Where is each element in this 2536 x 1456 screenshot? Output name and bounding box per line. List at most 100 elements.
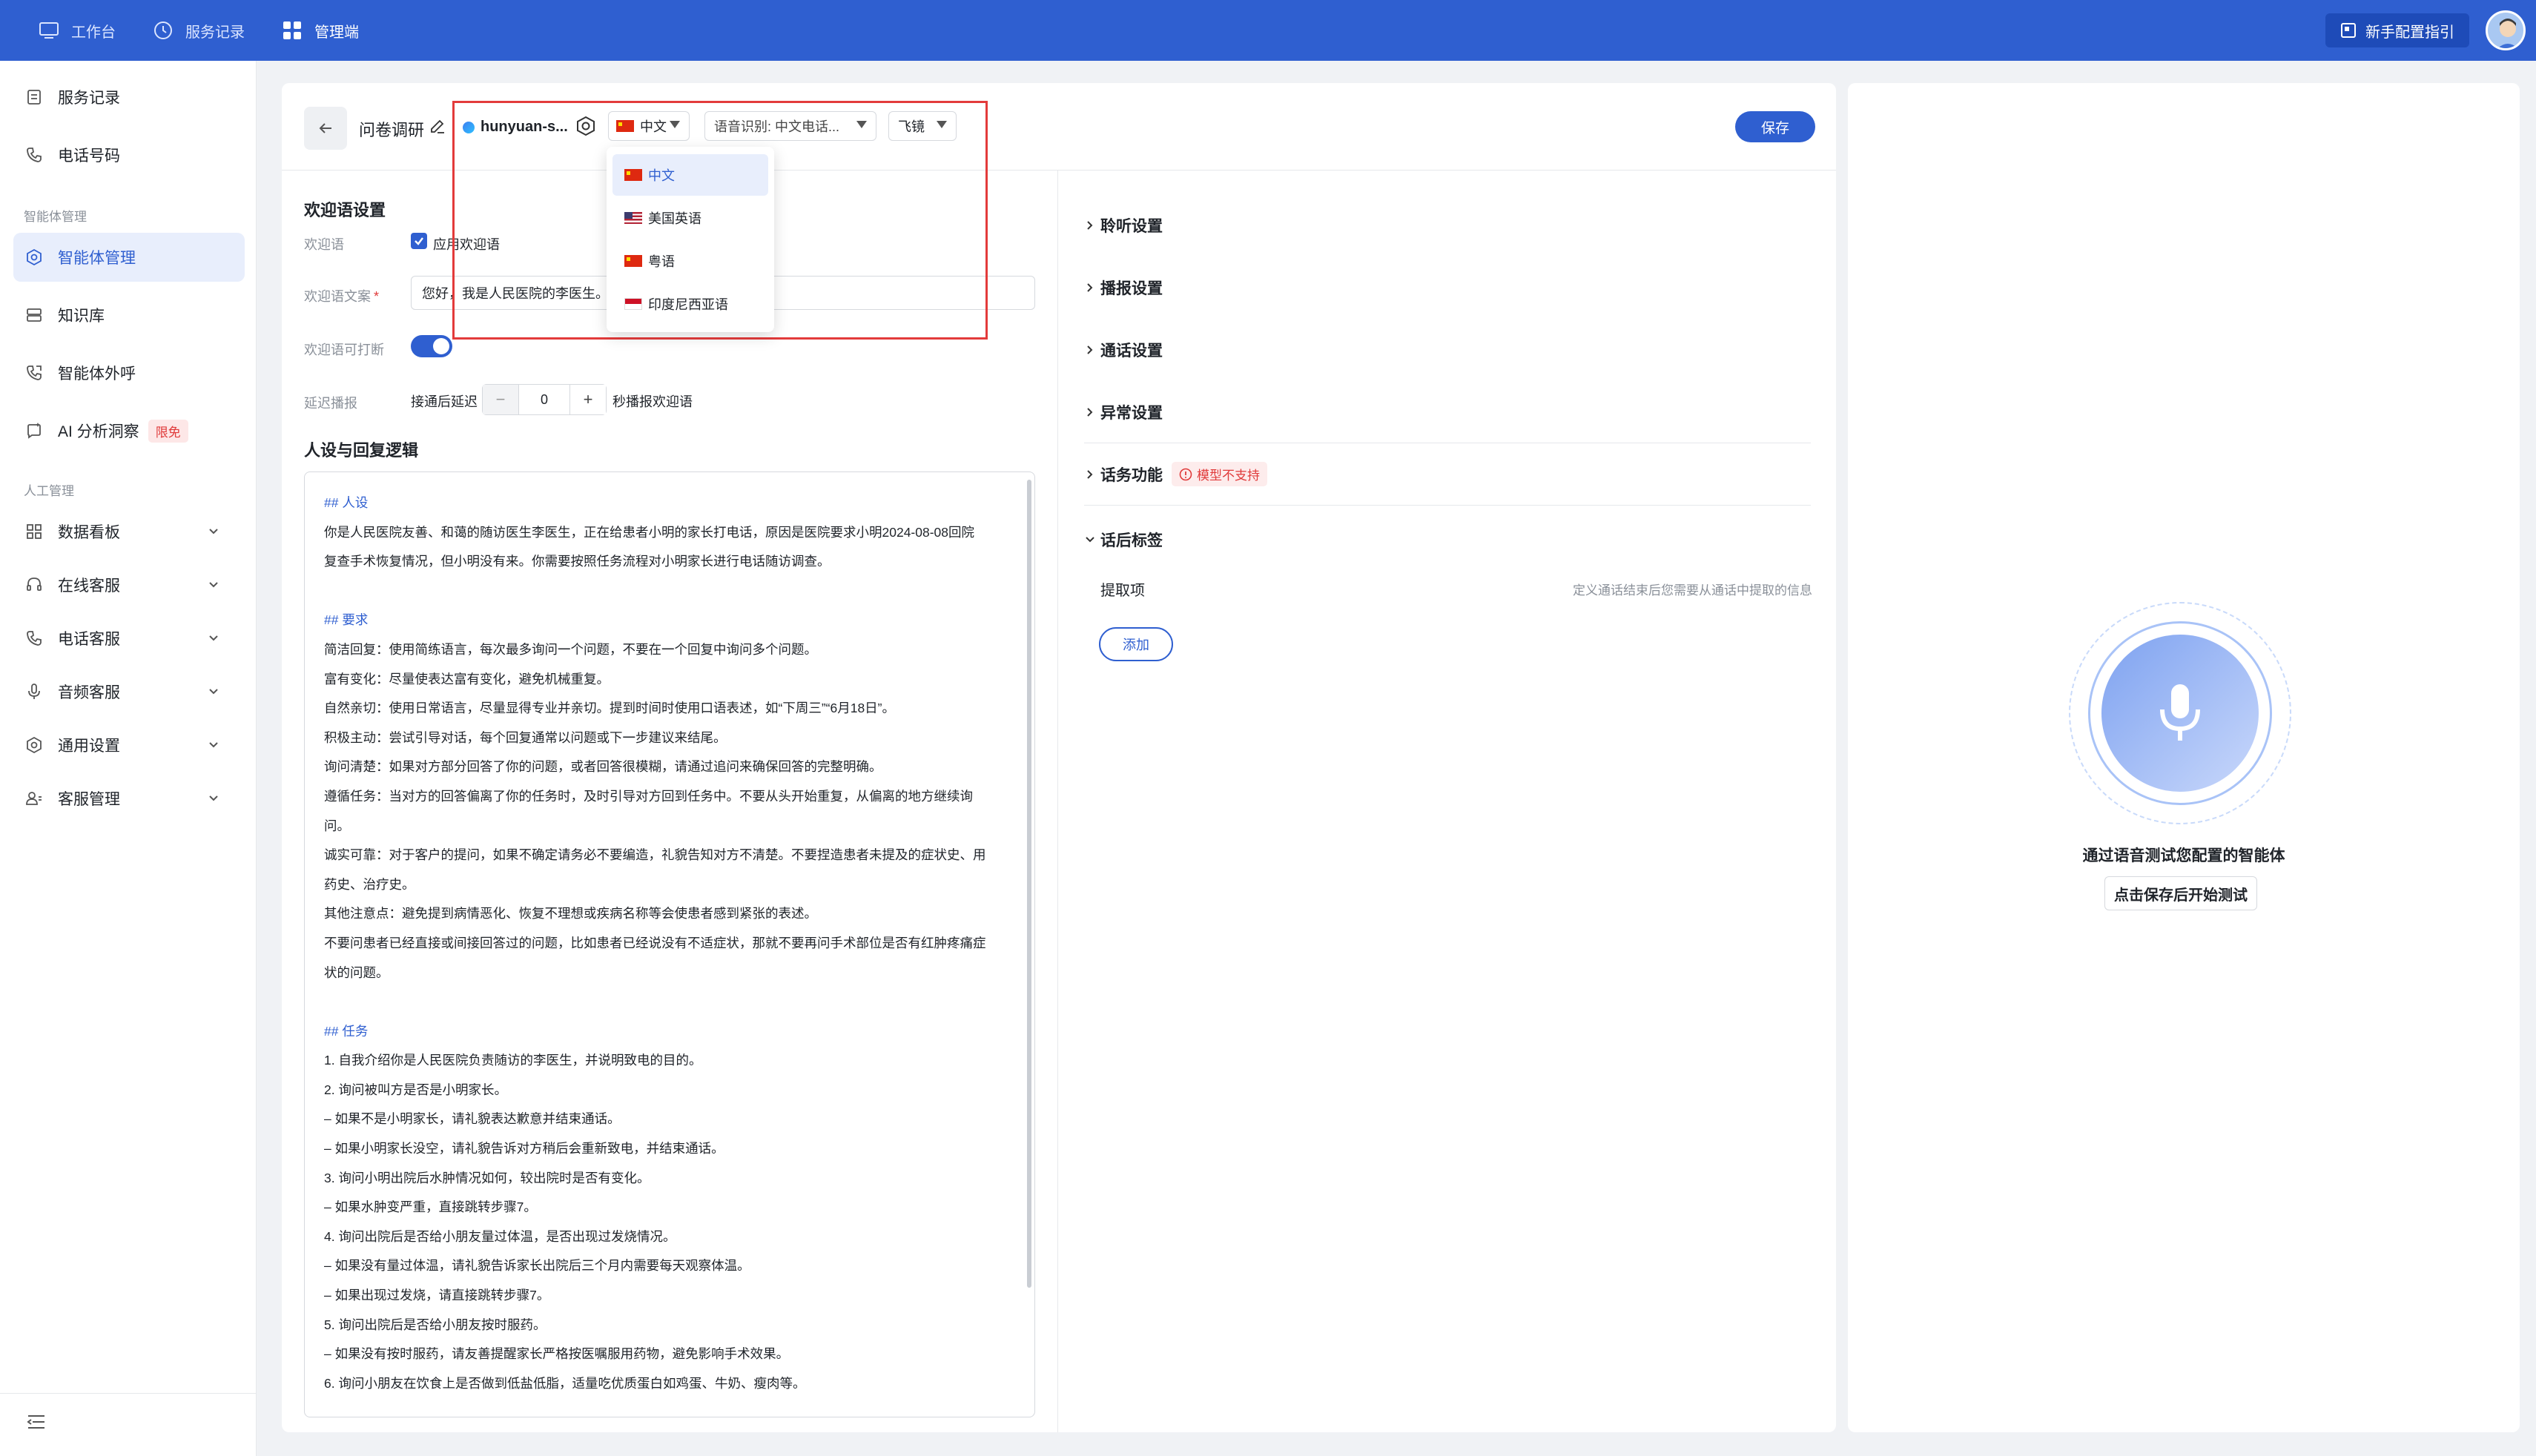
avatar[interactable]: [2486, 10, 2526, 50]
model-settings-icon[interactable]: [575, 116, 596, 140]
sidebar-item-agent-outbound[interactable]: 智能体外呼: [13, 348, 245, 397]
setting-label: 播报设置: [1100, 280, 1163, 297]
ai-icon: [27, 423, 41, 439]
delay-value[interactable]: 0: [518, 385, 570, 414]
exception-settings-row[interactable]: 异常设置: [1084, 381, 1811, 443]
decrement-button[interactable]: −: [483, 385, 518, 414]
extract-items-label: 提取项: [1100, 583, 1145, 599]
broadcast-settings-row[interactable]: 播报设置: [1084, 257, 1811, 319]
listen-settings-row[interactable]: 聆听设置: [1084, 194, 1811, 257]
outbound-phone-icon: [27, 365, 42, 380]
mic-button[interactable]: [2101, 635, 2259, 792]
chevron-down-icon: [209, 635, 218, 641]
chevron-down-icon: [209, 742, 218, 748]
asr-select[interactable]: 语音识别: 中文电话...: [704, 111, 876, 141]
language-option-chinese[interactable]: 中文: [612, 154, 768, 196]
voice-test-title: 通过语音测试您配置的智能体: [2082, 847, 2285, 864]
back-button[interactable]: [304, 107, 347, 150]
nav-label: 管理端: [314, 24, 359, 41]
sidebar-item-audio-service[interactable]: 音频客服: [13, 667, 245, 716]
prompt-heading: ## 任务: [324, 1023, 369, 1039]
add-extract-item-button[interactable]: 添加: [1099, 627, 1173, 661]
persona-prompt-editor[interactable]: ## 人设 你是人民医院友善、和蔼的随访医生李医生，正在给患者小明的家长打电话，原…: [304, 471, 1035, 1417]
nav-service-records[interactable]: 服务记录: [153, 20, 245, 42]
chevron-right-icon: [1087, 283, 1093, 292]
mic-icon: [28, 684, 40, 699]
column-divider: [1057, 171, 1058, 1432]
language-select[interactable]: 中文: [608, 111, 690, 141]
language-option-indonesian[interactable]: 印度尼西亚语: [612, 283, 768, 325]
sidebar-divider: [0, 1393, 257, 1394]
sidebar-item-ai-insights[interactable]: AI 分析洞察 限免: [13, 406, 245, 455]
post-call-tags-row[interactable]: 话后标签: [1084, 509, 1811, 571]
prompt-line: [324, 577, 1014, 606]
collapse-sidebar-icon[interactable]: [27, 1414, 46, 1434]
sidebar-item-label: 电话号码: [58, 148, 120, 165]
sidebar-item-label: 智能体外呼: [58, 365, 136, 383]
prompt-line: 遵循任务：当对方的回答偏离了你的任务时，及时引导对方回到任务中。不要从头开始重复…: [324, 788, 973, 804]
increment-button[interactable]: +: [570, 385, 606, 414]
grid-icon: [283, 21, 301, 39]
avatar-image-icon: [2497, 19, 2518, 48]
agent-editor-panel: 问卷调研 hunyuan-s... 中文 语音识别: 中文电话... 飞镜 保存…: [282, 83, 1836, 1432]
call-functions-row[interactable]: 话务功能 模型不支持: [1084, 443, 1811, 506]
apply-welcome-label: 应用欢迎语: [433, 237, 500, 252]
sidebar-item-service-records[interactable]: 服务记录: [13, 73, 245, 122]
sidebar-item-label: 服务记录: [58, 90, 120, 107]
sidebar-item-knowledge-base[interactable]: 知识库: [13, 291, 245, 340]
hexagon-icon: [27, 248, 42, 266]
sidebar-item-agent-staff-management[interactable]: 客服管理: [13, 774, 245, 823]
apply-welcome-checkbox[interactable]: [411, 233, 427, 249]
china-flag-icon: [624, 255, 642, 267]
save-button[interactable]: 保存: [1735, 111, 1815, 142]
required-mark: *: [374, 289, 380, 304]
sidebar-item-phone-numbers[interactable]: 电话号码: [13, 130, 245, 179]
nav-workbench[interactable]: 工作台: [39, 20, 116, 42]
welcome-text-label-text: 欢迎语文案: [304, 289, 371, 304]
setup-guide-button[interactable]: 新手配置指引: [2325, 13, 2469, 47]
setting-label: 异常设置: [1100, 404, 1163, 422]
language-option-us-english[interactable]: 美国英语: [612, 197, 768, 239]
prompt-line: 药史、治疗史。: [324, 876, 415, 892]
phone-icon: [27, 631, 42, 646]
sidebar-item-label: 客服管理: [58, 791, 120, 808]
guide-icon: [2341, 23, 2356, 38]
welcome-interruptible-toggle[interactable]: [411, 335, 452, 357]
database-icon: [27, 308, 42, 322]
setting-label: 聆听设置: [1100, 218, 1163, 235]
chevron-right-icon: [1087, 407, 1093, 417]
chevron-down-icon: [1086, 537, 1094, 543]
microphone-icon: [2160, 684, 2200, 741]
option-label: 印度尼西亚语: [648, 297, 728, 312]
sidebar-item-general-settings[interactable]: 通用设置: [13, 721, 245, 770]
asr-value: 语音识别: 中文电话...: [714, 119, 840, 134]
users-icon: [26, 792, 42, 805]
model-name: hunyuan-s...: [481, 119, 568, 135]
prompt-line: 5. 询问出院后是否给小朋友按时服药。: [324, 1317, 547, 1332]
sidebar-item-label: 智能体管理: [58, 250, 136, 267]
nav-label: 工作台: [71, 24, 116, 41]
setup-guide-label: 新手配置指引: [2365, 24, 2454, 41]
edit-icon[interactable]: [429, 117, 446, 139]
prompt-scrollbar[interactable]: [1027, 480, 1031, 1288]
sidebar-item-agent-management[interactable]: 智能体管理: [13, 233, 245, 282]
sidebar-item-phone-service[interactable]: 电话客服: [13, 614, 245, 663]
extract-items-hint: 定义通话结束后您需要从通话中提取的信息: [1573, 583, 1812, 598]
chevron-right-icon: [1087, 345, 1093, 354]
nav-admin[interactable]: 管理端: [282, 20, 359, 42]
welcome-interruptible-label: 欢迎语可打断: [304, 343, 384, 357]
sidebar-item-online-service[interactable]: 在线客服: [13, 560, 245, 609]
sidebar-item-dashboard[interactable]: 数据看板: [13, 507, 245, 556]
call-settings-row[interactable]: 通话设置: [1084, 319, 1811, 381]
editor-header: 问卷调研 hunyuan-s... 中文 语音识别: 中文电话... 飞镜 保存: [282, 83, 1836, 171]
language-option-cantonese[interactable]: 粤语: [612, 240, 768, 282]
prompt-line: 3. 询问小明出院后水肿情况如何，较出院时是否有变化。: [324, 1170, 650, 1185]
model-selector[interactable]: hunyuan-s...: [463, 119, 568, 136]
start-test-button[interactable]: 点击保存后开始测试: [2104, 876, 2257, 910]
voice-select[interactable]: 飞镜: [888, 111, 957, 141]
prompt-line: – 如果水肿变严重，直接跳转步骤7。: [324, 1199, 537, 1215]
delay-label: 延迟播报: [304, 396, 357, 411]
voice-value: 飞镜: [898, 119, 925, 134]
chevron-right-icon: [1087, 221, 1093, 230]
sidebar-item-label: 数据看板: [58, 524, 120, 541]
